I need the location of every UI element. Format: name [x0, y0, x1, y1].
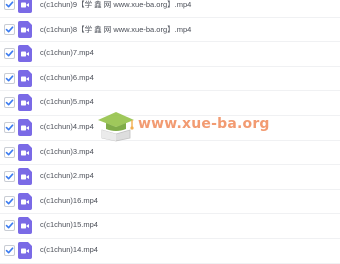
checkbox-checked-icon[interactable]: [4, 48, 15, 60]
watermark-text: www.xue-ba.org: [138, 116, 270, 132]
watermark: www.xue-ba.org: [96, 106, 269, 146]
file-row[interactable]: c(c1chun)9【学 鑫 网 www.xue-ba.org】.mp4: [0, 0, 340, 18]
file-name[interactable]: c(c1chun)3.mp4: [40, 147, 94, 156]
file-row[interactable]: c(c1chun)2.mp4: [0, 165, 340, 190]
file-name[interactable]: c(c1chun)14.mp4: [40, 245, 98, 254]
checkbox-checked-icon[interactable]: [4, 220, 15, 232]
checkbox-checked-icon[interactable]: [4, 72, 15, 84]
file-row[interactable]: c(c1chun)6.mp4: [0, 67, 340, 92]
file-row[interactable]: c(c1chun)16.mp4: [0, 190, 340, 215]
video-file-icon: [18, 143, 32, 161]
checkbox-checked-icon[interactable]: [4, 0, 15, 10]
file-name[interactable]: c(c1chun)15.mp4: [40, 220, 98, 229]
file-name[interactable]: c(c1chun)6.mp4: [40, 73, 94, 82]
file-name[interactable]: c(c1chun)8【学 鑫 网 www.xue-ba.org】.mp4: [40, 24, 191, 35]
video-file-icon: [18, 241, 32, 259]
file-name[interactable]: c(c1chun)9【学 鑫 网 www.xue-ba.org】.mp4: [40, 0, 191, 10]
file-name[interactable]: c(c1chun)5.mp4: [40, 97, 94, 106]
checkbox-checked-icon[interactable]: [4, 244, 15, 256]
file-row[interactable]: c(c1chun)8【学 鑫 网 www.xue-ba.org】.mp4: [0, 18, 340, 43]
video-file-icon: [18, 168, 32, 186]
file-name[interactable]: c(c1chun)7.mp4: [40, 48, 94, 57]
file-name[interactable]: c(c1chun)16.mp4: [40, 196, 98, 205]
file-name[interactable]: c(c1chun)4.mp4: [40, 122, 94, 131]
video-file-icon: [18, 0, 32, 13]
video-file-icon: [18, 192, 32, 210]
video-file-icon: [18, 118, 32, 136]
video-file-icon: [18, 20, 32, 38]
video-file-icon: [18, 69, 32, 87]
file-row[interactable]: c(c1chun)15.mp4: [0, 214, 340, 239]
file-row[interactable]: c(c1chun)14.mp4: [0, 239, 340, 264]
checkbox-checked-icon[interactable]: [4, 195, 15, 207]
video-file-icon: [18, 217, 32, 235]
checkbox-checked-icon[interactable]: [4, 97, 15, 109]
file-row[interactable]: c(c1chun)7.mp4: [0, 42, 340, 67]
file-name[interactable]: c(c1chun)2.mp4: [40, 171, 94, 180]
checkbox-checked-icon[interactable]: [4, 146, 15, 158]
checkbox-checked-icon[interactable]: [4, 121, 15, 133]
checkbox-checked-icon[interactable]: [4, 23, 15, 35]
graduation-cap-logo: [98, 112, 134, 142]
video-file-icon: [18, 45, 32, 63]
checkbox-checked-icon[interactable]: [4, 171, 15, 183]
video-file-icon: [18, 94, 32, 112]
